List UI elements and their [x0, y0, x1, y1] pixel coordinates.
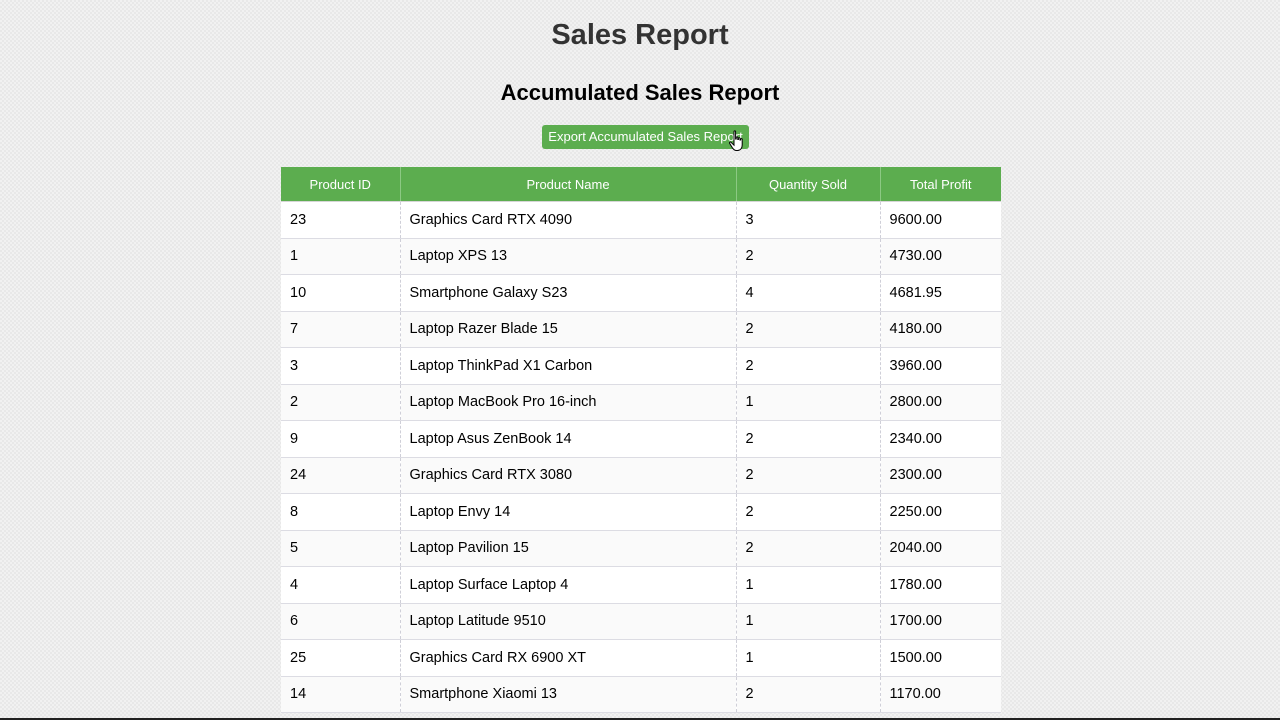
- cell-product-id: 1: [281, 238, 401, 275]
- cell-product-id: 5: [281, 530, 401, 567]
- table-row: 24 Graphics Card RTX 3080 2 2300.00: [281, 457, 1001, 494]
- table-row: 23 Graphics Card RTX 4090 3 9600.00: [281, 201, 1001, 239]
- cell-product-id: 7: [281, 311, 401, 348]
- table-row: 14 Smartphone Xiaomi 13 2 1170.00: [281, 676, 1001, 713]
- cell-quantity-sold: 2: [736, 238, 881, 275]
- cell-quantity-sold: 2: [736, 347, 881, 385]
- cell-quantity-sold: 2: [736, 457, 881, 494]
- cell-product-name: Graphics Card RTX 4090: [400, 201, 737, 239]
- cell-product-name: Laptop Razer Blade 15: [400, 311, 737, 348]
- cell-product-name: Laptop Asus ZenBook 14: [400, 420, 737, 458]
- page-title: Sales Report: [551, 19, 729, 51]
- cell-quantity-sold: 2: [736, 311, 881, 348]
- table-row: 6 Laptop Latitude 9510 1 1700.00: [281, 603, 1001, 640]
- cell-product-name: Laptop MacBook Pro 16-inch: [400, 384, 737, 421]
- cell-total-profit: 2250.00: [880, 493, 1001, 531]
- section-title: Accumulated Sales Report: [500, 80, 780, 105]
- header-product-id[interactable]: Product ID: [281, 167, 401, 202]
- cell-product-id: 8: [281, 493, 401, 531]
- header-product-name[interactable]: Product Name: [400, 167, 737, 202]
- table-row: 8 Laptop Envy 14 2 2250.00: [281, 493, 1001, 531]
- table-row: 10 Smartphone Galaxy S23 4 4681.95: [281, 274, 1001, 312]
- cell-product-id: 23: [281, 201, 401, 239]
- cell-product-id: 14: [281, 676, 401, 713]
- cell-product-name: Laptop Pavilion 15: [400, 530, 737, 567]
- cell-total-profit: 2040.00: [880, 530, 1001, 567]
- cell-total-profit: 4730.00: [880, 238, 1001, 275]
- table-row: 7 Laptop Razer Blade 15 2 4180.00: [281, 311, 1001, 348]
- cell-quantity-sold: 2: [736, 420, 881, 458]
- cell-product-id: 6: [281, 603, 401, 640]
- cell-product-id: 25: [281, 639, 401, 677]
- table-row: 2 Laptop MacBook Pro 16-inch 1 2800.00: [281, 384, 1001, 421]
- cell-product-id: 2: [281, 384, 401, 421]
- export-accumulated-sales-report-button[interactable]: Export Accumulated Sales Report: [542, 125, 749, 149]
- cell-product-id: 3: [281, 347, 401, 385]
- cell-product-id: 24: [281, 457, 401, 494]
- cell-product-name: Laptop Envy 14: [400, 493, 737, 531]
- cell-product-name: Graphics Card RTX 3080: [400, 457, 737, 494]
- cell-product-name: Laptop XPS 13: [400, 238, 737, 275]
- table-header-row: Product ID Product Name Quantity Sold To…: [281, 167, 1001, 202]
- cell-total-profit: 2300.00: [880, 457, 1001, 494]
- cell-total-profit: 1170.00: [880, 676, 1001, 713]
- cell-quantity-sold: 1: [736, 639, 881, 677]
- accumulated-sales-table: Product ID Product Name Quantity Sold To…: [281, 167, 1001, 713]
- cell-quantity-sold: 2: [736, 676, 881, 713]
- cell-product-name: Laptop Surface Laptop 4: [400, 566, 737, 604]
- table-row: 25 Graphics Card RX 6900 XT 1 1500.00: [281, 639, 1001, 677]
- cell-total-profit: 1500.00: [880, 639, 1001, 677]
- header-total-profit[interactable]: Total Profit: [880, 167, 1001, 202]
- table-row: 9 Laptop Asus ZenBook 14 2 2340.00: [281, 420, 1001, 458]
- table-row: 5 Laptop Pavilion 15 2 2040.00: [281, 530, 1001, 567]
- cell-quantity-sold: 1: [736, 566, 881, 604]
- cell-quantity-sold: 1: [736, 603, 881, 640]
- cell-total-profit: 1700.00: [880, 603, 1001, 640]
- header-quantity-sold[interactable]: Quantity Sold: [736, 167, 881, 202]
- cell-product-name: Laptop ThinkPad X1 Carbon: [400, 347, 737, 385]
- cell-product-name: Smartphone Galaxy S23: [400, 274, 737, 312]
- cell-quantity-sold: 2: [736, 530, 881, 567]
- cell-quantity-sold: 3: [736, 201, 881, 239]
- cell-total-profit: 3960.00: [880, 347, 1001, 385]
- cell-product-id: 4: [281, 566, 401, 604]
- cell-product-name: Laptop Latitude 9510: [400, 603, 737, 640]
- cell-total-profit: 2340.00: [880, 420, 1001, 458]
- cell-quantity-sold: 4: [736, 274, 881, 312]
- cell-product-name: Graphics Card RX 6900 XT: [400, 639, 737, 677]
- cell-quantity-sold: 2: [736, 493, 881, 531]
- table-row: 3 Laptop ThinkPad X1 Carbon 2 3960.00: [281, 347, 1001, 385]
- cell-total-profit: 4180.00: [880, 311, 1001, 348]
- cell-total-profit: 9600.00: [880, 201, 1001, 239]
- cell-total-profit: 4681.95: [880, 274, 1001, 312]
- cell-product-id: 9: [281, 420, 401, 458]
- cell-total-profit: 2800.00: [880, 384, 1001, 421]
- cell-quantity-sold: 1: [736, 384, 881, 421]
- cell-total-profit: 1780.00: [880, 566, 1001, 604]
- cell-product-id: 10: [281, 274, 401, 312]
- table-row: 4 Laptop Surface Laptop 4 1 1780.00: [281, 566, 1001, 604]
- cell-product-name: Smartphone Xiaomi 13: [400, 676, 737, 713]
- table-row: 1 Laptop XPS 13 2 4730.00: [281, 238, 1001, 275]
